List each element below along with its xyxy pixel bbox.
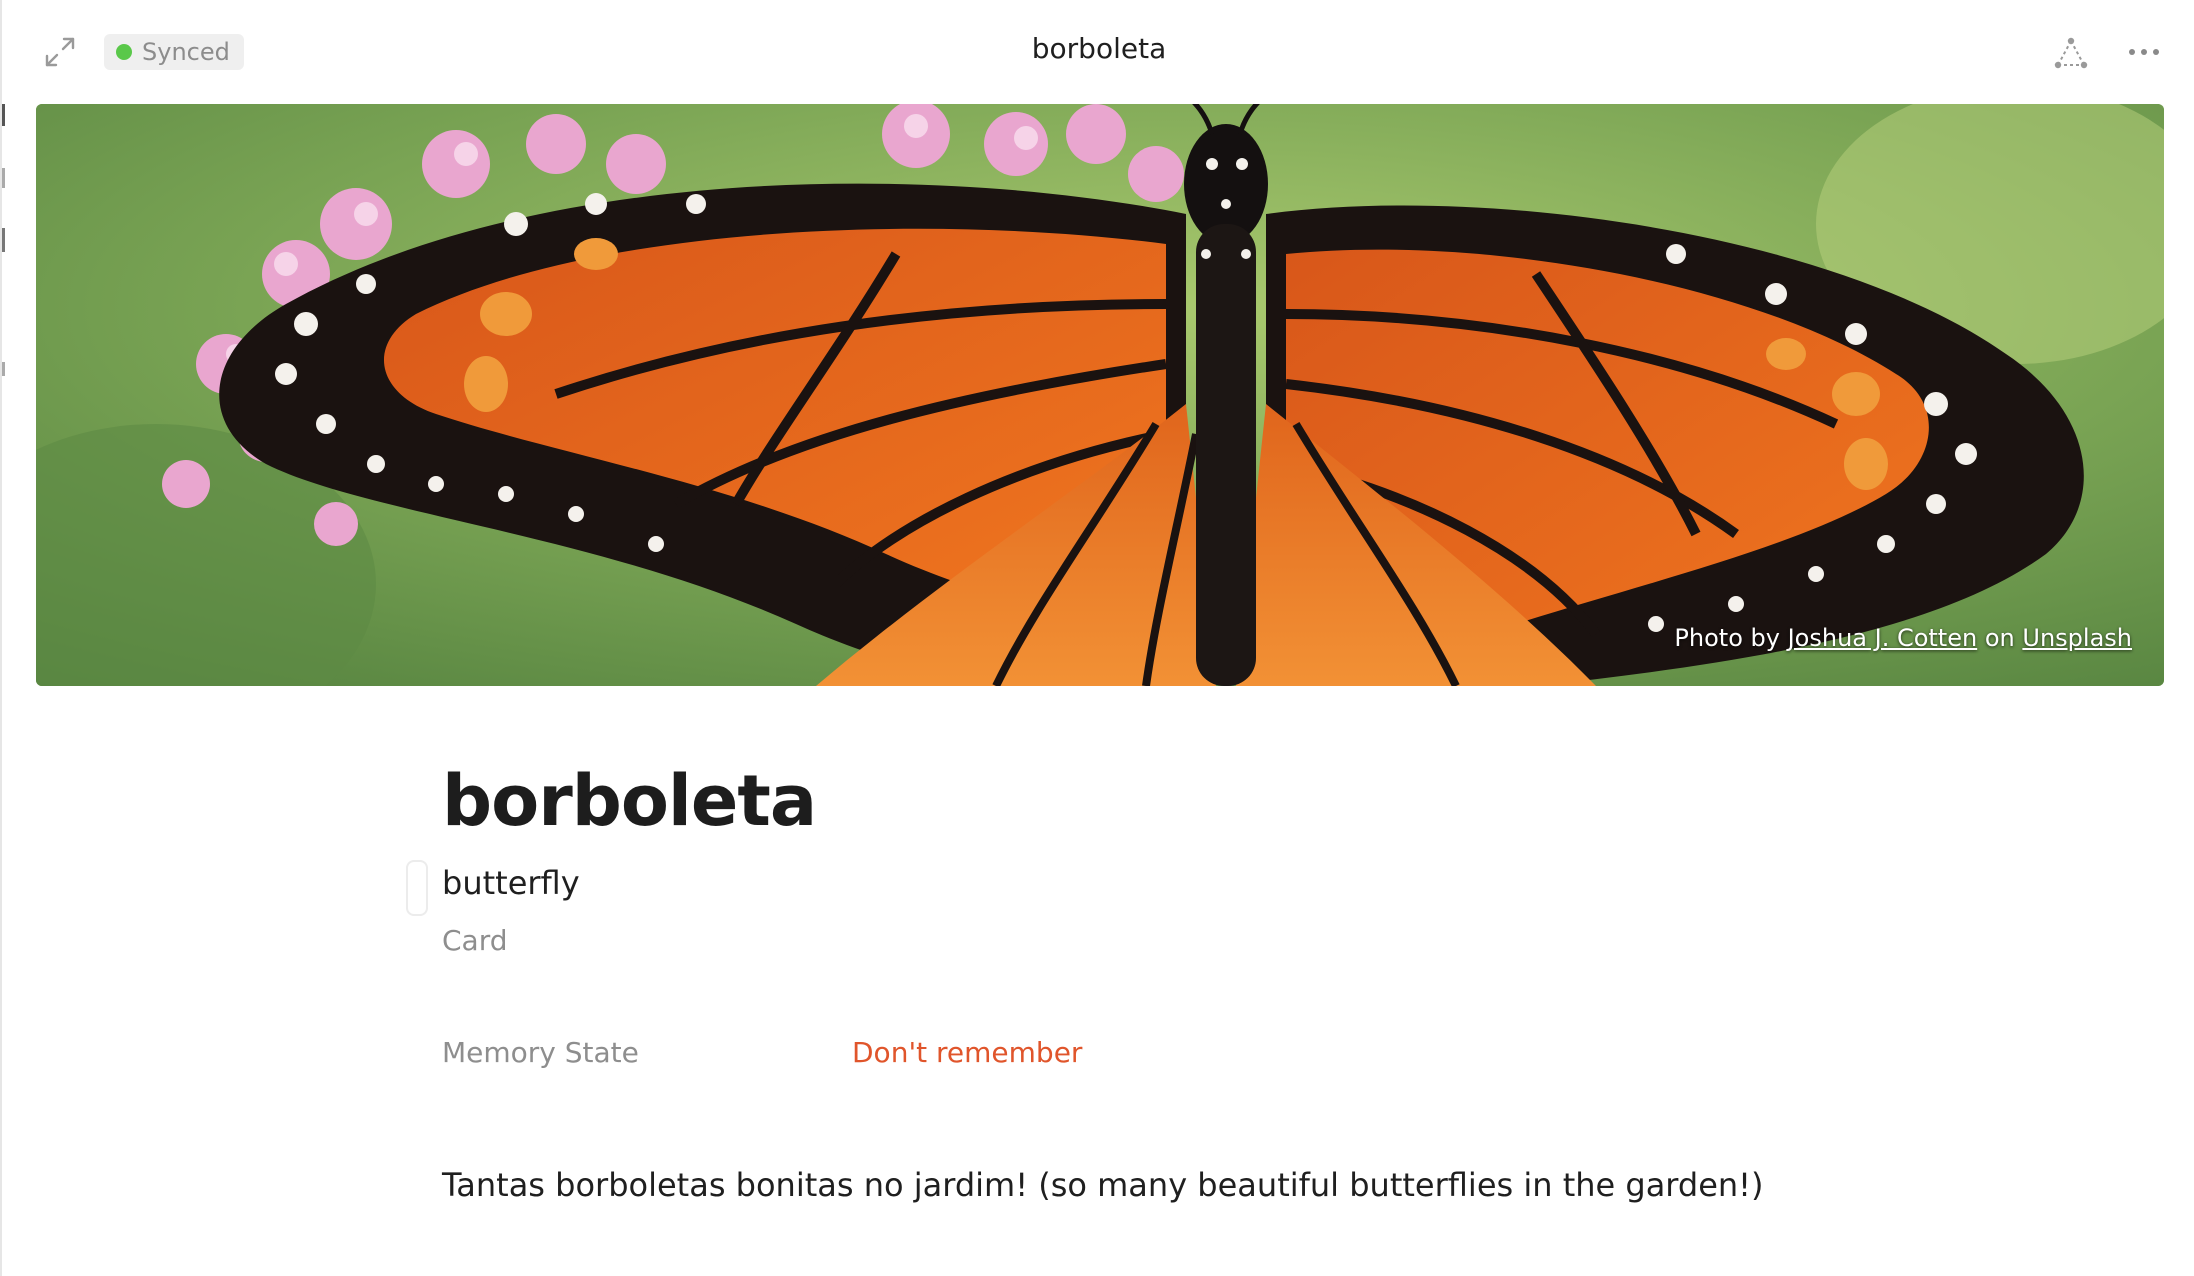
photo-credit: Photo by Joshua J. Cotten on Unsplash: [1674, 624, 2132, 652]
page-title[interactable]: borboleta: [442, 760, 817, 842]
credit-prefix: Photo by: [1674, 624, 1780, 652]
property-label-memory-state: Memory State: [442, 1036, 639, 1069]
window-title: borboleta: [1031, 32, 1167, 65]
graph-icon[interactable]: [2052, 34, 2090, 72]
edge-mark: [2, 104, 5, 126]
page-subtitle[interactable]: butterfly: [442, 864, 580, 902]
body-paragraph[interactable]: Tantas borboletas bonitas no jardim! (so…: [442, 1166, 1763, 1204]
note-window: Synced borboleta Photo by Joshua J. Cott…: [0, 0, 2194, 1276]
cover-image[interactable]: Photo by Joshua J. Cotten on Unsplash: [36, 104, 2164, 686]
edge-mark: [2, 168, 5, 188]
credit-source-link[interactable]: Unsplash: [2022, 624, 2132, 652]
edge-mark: [2, 362, 5, 376]
page-tag[interactable]: Card: [442, 924, 508, 957]
more-options-icon[interactable]: [2126, 34, 2162, 70]
credit-mid: on: [1984, 624, 2015, 652]
top-bar: Synced borboleta: [2, 0, 2194, 104]
butterfly-illustration: [36, 104, 2164, 686]
property-value-memory-state[interactable]: Don't remember: [852, 1036, 1082, 1069]
block-drag-handle[interactable]: [406, 860, 428, 916]
credit-author-link[interactable]: Joshua J. Cotten: [1788, 624, 1978, 652]
edge-mark: [2, 228, 5, 252]
